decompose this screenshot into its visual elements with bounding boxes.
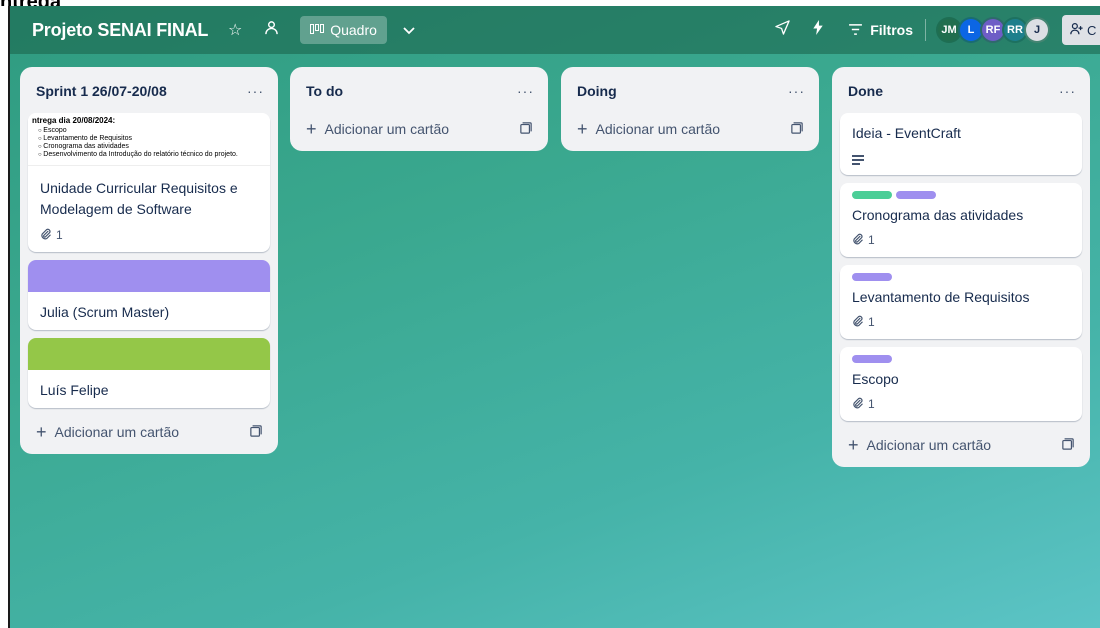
add-card-label: Adicionar um cartão (866, 437, 992, 453)
board-title[interactable]: Projeto SENAI FINAL (32, 20, 208, 41)
card-title: Luís Felipe (40, 382, 109, 398)
attachment-count: 1 (868, 315, 875, 329)
attachment-count: 1 (868, 233, 875, 247)
label-purple[interactable] (852, 355, 892, 363)
card-title: Levantamento de Requisitos (852, 289, 1030, 305)
card-cronograma[interactable]: Cronograma das atividades 1 (840, 183, 1082, 257)
label-green[interactable] (852, 191, 892, 199)
plus-icon: + (848, 434, 859, 455)
attachment-count: 1 (56, 228, 63, 242)
list-header: To do ··· (298, 75, 540, 107)
automation-bolt-icon[interactable] (809, 20, 827, 40)
list-to-do[interactable]: To do ··· + Adicionar um cartão (290, 67, 548, 151)
list-title[interactable]: To do (306, 83, 343, 99)
card-labels (852, 191, 1070, 199)
share-label: C (1087, 22, 1097, 38)
card-badges: 1 (852, 395, 1070, 413)
send-icon[interactable] (773, 20, 791, 40)
list-header: Done ··· (840, 75, 1082, 107)
card-template-icon[interactable] (520, 121, 532, 137)
paperclip-icon (852, 315, 864, 330)
card-unidade-curricular[interactable]: ntrega dia 20/08/2024: Escopo Levantamen… (28, 113, 270, 252)
workspace-visibility-icon[interactable] (262, 20, 280, 40)
card-luis-felipe[interactable]: Luís Felipe (28, 338, 270, 408)
card-title: Cronograma das atividades (852, 207, 1024, 223)
label-purple[interactable] (852, 273, 892, 281)
list-menu-icon[interactable]: ··· (517, 83, 534, 99)
list-doing[interactable]: Doing ··· + Adicionar um cartão (561, 67, 819, 151)
card-levantamento[interactable]: Levantamento de Requisitos 1 (840, 265, 1082, 339)
add-card-label: Adicionar um cartão (324, 121, 450, 137)
board-header: Projeto SENAI FINAL ☆ Quadro Filtros JM … (10, 6, 1100, 54)
list-header: Doing ··· (569, 75, 811, 107)
card-cover (28, 338, 270, 370)
label-purple[interactable] (896, 191, 936, 199)
list-menu-icon[interactable]: ··· (1059, 83, 1076, 99)
cover-list: Escopo Levantamento de Requisitos Cronog… (32, 127, 266, 159)
add-card-button[interactable]: + Adicionar um cartão (840, 429, 1082, 461)
card-labels (852, 355, 1070, 363)
card-labels (852, 273, 1070, 281)
add-card-button[interactable]: + Adicionar um cartão (298, 113, 540, 145)
list-menu-icon[interactable]: ··· (247, 83, 264, 99)
card-julia[interactable]: Julia (Scrum Master) (28, 260, 270, 330)
cover-list-item: Cronograma das atividades (38, 143, 266, 151)
card-template-icon[interactable] (791, 121, 803, 137)
board-view-icon (310, 23, 325, 37)
add-card-label: Adicionar um cartão (54, 424, 180, 440)
list-menu-icon[interactable]: ··· (788, 83, 805, 99)
card-badges: 1 (852, 231, 1070, 249)
plus-icon: + (36, 421, 47, 442)
filter-icon (849, 22, 863, 38)
add-card-label: Adicionar um cartão (595, 121, 721, 137)
card-badges (852, 149, 1070, 167)
list-title[interactable]: Done (848, 83, 883, 99)
chevron-down-icon[interactable] (397, 22, 421, 38)
paperclip-icon (40, 228, 52, 243)
cover-list-item: Desenvolvimento da Introdução do relatór… (38, 151, 266, 159)
add-card-button[interactable]: + Adicionar um cartão (28, 416, 270, 448)
filters-button[interactable]: Filtros (849, 22, 913, 38)
filters-label: Filtros (870, 22, 913, 38)
card-escopo[interactable]: Escopo 1 (840, 347, 1082, 421)
card-title: Unidade Curricular Requisitos e Modelage… (40, 180, 238, 217)
card-badges: 1 (40, 226, 258, 244)
card-title: Escopo (852, 371, 899, 387)
plus-icon: + (306, 118, 317, 139)
card-template-icon[interactable] (250, 424, 262, 440)
paperclip-icon (852, 233, 864, 248)
paperclip-icon (852, 397, 864, 412)
card-title: Julia (Scrum Master) (40, 304, 170, 320)
attachment-count: 1 (868, 397, 875, 411)
list-title[interactable]: Sprint 1 26/07-20/08 (36, 83, 167, 99)
plus-icon: + (577, 118, 588, 139)
header-divider (925, 19, 926, 41)
board-window: Projeto SENAI FINAL ☆ Quadro Filtros JM … (8, 6, 1100, 628)
list-done[interactable]: Done ··· Ideia - EventCraft Cronograma d… (832, 67, 1090, 467)
add-card-button[interactable]: + Adicionar um cartão (569, 113, 811, 145)
add-member-icon (1070, 22, 1083, 38)
description-icon (852, 155, 864, 165)
list-title[interactable]: Doing (577, 83, 617, 99)
board-view-label: Quadro (330, 22, 377, 38)
share-button[interactable]: C (1062, 15, 1100, 45)
star-icon[interactable]: ☆ (226, 20, 244, 40)
member-avatars: JM L RF RR J (936, 17, 1050, 43)
cover-list-item: Escopo (38, 127, 266, 135)
member-avatar[interactable]: J (1024, 17, 1050, 43)
card-cover (28, 260, 270, 292)
card-badges: 1 (852, 313, 1070, 331)
cover-heading: ntrega dia 20/08/2024: (32, 116, 116, 125)
card-attachment-cover: ntrega dia 20/08/2024: Escopo Levantamen… (28, 113, 270, 166)
card-template-icon[interactable] (1062, 437, 1074, 453)
card-title: Ideia - EventCraft (852, 125, 961, 141)
board-view-button[interactable]: Quadro (300, 16, 387, 44)
cover-list-item: Levantamento de Requisitos (38, 135, 266, 143)
card-ideia-eventcraft[interactable]: Ideia - EventCraft (840, 113, 1082, 175)
list-header: Sprint 1 26/07-20/08 ··· (28, 75, 270, 107)
list-sprint[interactable]: Sprint 1 26/07-20/08 ··· ntrega dia 20/0… (20, 67, 278, 454)
